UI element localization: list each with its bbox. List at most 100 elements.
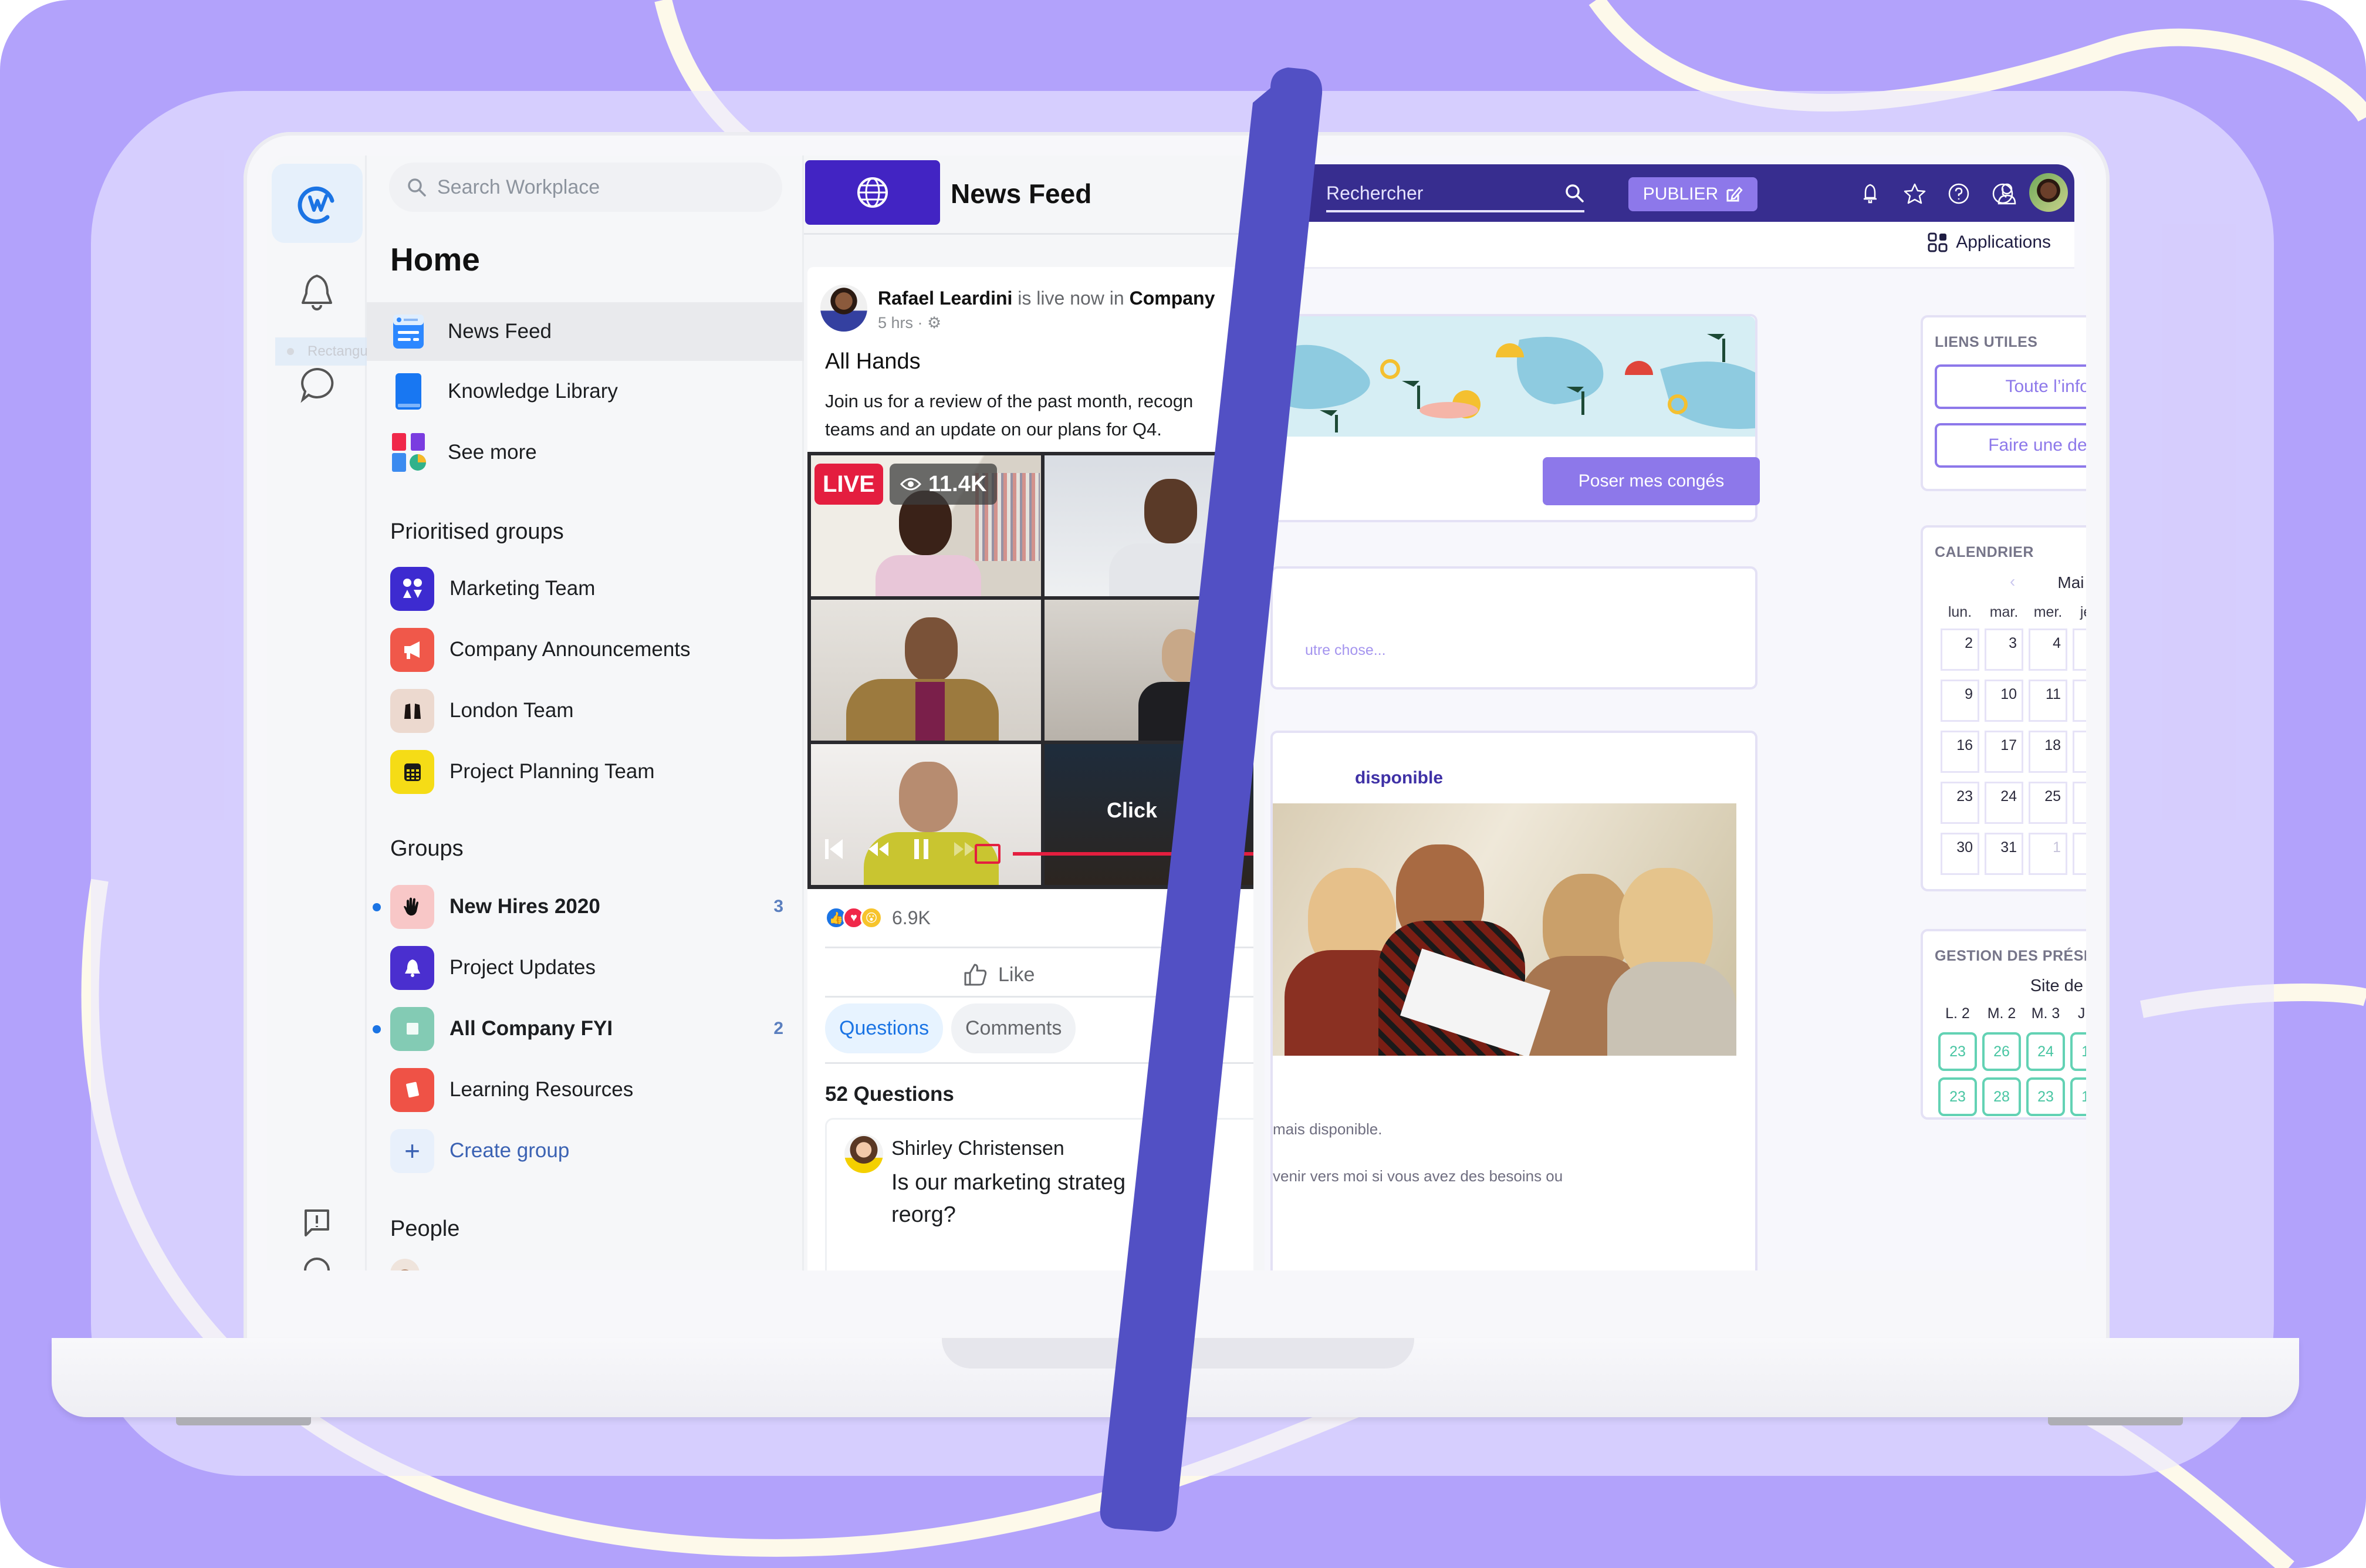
calendar-day[interactable]: 18 — [2029, 731, 2067, 773]
calendar-day[interactable]: 11 — [2029, 680, 2067, 722]
group-marketing-team[interactable]: Marketing Team — [367, 559, 804, 618]
leave-card: Poser mes congés — [1270, 314, 1760, 522]
workplace-app: Rectangular Snip Search Workplace Home N… — [267, 156, 1265, 1270]
group-new-hires-2020[interactable]: New Hires 2020 3 — [367, 877, 804, 936]
bell-icon[interactable] — [1858, 182, 1882, 205]
calendar-day[interactable]: 5 — [2073, 628, 2086, 671]
notifications-bell-icon[interactable] — [293, 270, 340, 317]
group-london-team[interactable]: London Team — [367, 681, 804, 740]
leave-request-button[interactable]: Poser mes congés — [1543, 457, 1760, 505]
calendar-day[interactable]: 9 — [1941, 680, 1979, 722]
feed-header: News Feed — [804, 156, 1265, 235]
group-all-company-fyi[interactable]: All Company FYI 2 — [367, 999, 804, 1058]
nav-item-see-more[interactable]: See more — [367, 423, 804, 482]
calendar-day[interactable]: 4 — [2029, 628, 2067, 671]
calendar-day[interactable]: 17 — [1985, 731, 2023, 773]
presence-count[interactable]: 26 — [1982, 1032, 2021, 1071]
presence-count[interactable]: 23 — [1938, 1077, 1977, 1116]
question-author[interactable]: Shirley Christensen — [891, 1137, 1064, 1160]
tab-questions[interactable]: Questions — [825, 1003, 944, 1053]
rewind-icon[interactable] — [868, 842, 888, 856]
globe-button[interactable] — [805, 160, 940, 225]
skip-back-icon[interactable] — [825, 839, 843, 859]
publish-button[interactable]: PUBLIER — [1628, 177, 1757, 211]
video-tile — [811, 744, 1041, 885]
like-button[interactable]: Like — [963, 962, 1035, 987]
presence-count[interactable]: 19 — [2070, 1077, 2086, 1116]
presence-count[interactable]: 28 — [1982, 1077, 2021, 1116]
pause-icon[interactable] — [914, 839, 928, 859]
author-name[interactable]: Rafael Leardini — [878, 288, 1012, 309]
post-body: Join us for a review of the past month, … — [825, 387, 1253, 444]
person-avatar[interactable] — [390, 1259, 420, 1270]
calendar-day[interactable]: 26 — [2073, 782, 2086, 824]
workplace-logo[interactable] — [272, 164, 363, 243]
author-avatar[interactable] — [820, 285, 867, 332]
group-project-updates[interactable]: Project Updates — [367, 938, 804, 997]
calendar-day[interactable]: 19 — [2073, 731, 2086, 773]
news-feed-icon — [390, 313, 427, 350]
chat-icon[interactable] — [293, 361, 340, 408]
create-group-label: Create group — [449, 1139, 570, 1162]
help-icon[interactable] — [1947, 182, 1970, 205]
help-icon[interactable] — [293, 1247, 340, 1270]
search-icon — [408, 178, 426, 197]
calendar-day[interactable]: 2 — [1941, 628, 1979, 671]
post-time: 5 hrs · — [878, 314, 928, 332]
user-icon[interactable] — [1995, 182, 2019, 205]
binoculars-icon — [390, 688, 434, 733]
calendar-day[interactable]: 3 — [1985, 628, 2023, 671]
hr-info-link[interactable]: Toute l’information RH — [1935, 364, 2086, 409]
presence-count[interactable]: 23 — [1938, 1032, 1977, 1071]
calendar-day[interactable]: 10 — [1985, 680, 2023, 722]
fast-forward-icon[interactable] — [954, 842, 974, 856]
create-group-button[interactable]: + Create group — [367, 1121, 804, 1180]
post-title: All Hands — [825, 349, 921, 374]
icon-rail: Rectangular Snip — [267, 156, 451, 1270]
intranet-topbar: Rechercher PUBLIER — [1265, 164, 2074, 222]
presence-count[interactable]: 24 — [2026, 1032, 2065, 1071]
nav-item-knowledge-library[interactable]: Knowledge Library — [367, 362, 804, 421]
live-video[interactable]: LIVE 11.4K Click — [807, 452, 1253, 889]
calendar-day[interactable]: 31 — [1985, 833, 2023, 875]
search-workplace-input[interactable]: Search Workplace — [389, 163, 782, 212]
intranet-app: Rechercher PUBLIER Applications Poser me… — [1265, 156, 2086, 1270]
star-icon[interactable] — [1903, 182, 1926, 205]
reactions-summary[interactable]: 👍 ♥ 😮 6.9K — [825, 907, 931, 929]
calendar-day[interactable]: 23 — [1941, 782, 1979, 824]
question-item: Shirley Christensen Is our marketing str… — [825, 1118, 1253, 1270]
group-link[interactable]: Company — [1130, 288, 1215, 309]
calendar-day[interactable]: 30 — [1941, 833, 1979, 875]
prev-month-button[interactable]: ‹ — [2010, 572, 2015, 591]
presence-count[interactable]: 23 — [2026, 1077, 2065, 1116]
calendar-day[interactable]: 25 — [2029, 782, 2067, 824]
weekday-label: mar. — [1989, 604, 2019, 620]
profile-avatar[interactable] — [2029, 173, 2068, 212]
search-icon[interactable] — [1564, 183, 1584, 203]
tab-comments[interactable]: Comments — [951, 1003, 1076, 1053]
unread-count: 3 — [773, 897, 783, 916]
question-author-avatar[interactable] — [844, 1134, 883, 1173]
calendar-day[interactable]: 24 — [1985, 782, 2023, 824]
compose-input[interactable]: utre chose... — [1305, 642, 1386, 659]
calendar-day[interactable]: 16 — [1941, 731, 1979, 773]
calendar-day[interactable]: 12 — [2073, 680, 2086, 722]
video-tile — [1045, 600, 1253, 741]
beach-illustration — [1273, 316, 1755, 437]
group-learning-resources[interactable]: Learning Resources — [367, 1060, 804, 1119]
applications-button[interactable]: Applications — [1928, 232, 2051, 252]
plus-icon: + — [390, 1128, 434, 1173]
presence-count[interactable]: 19 — [2070, 1032, 2086, 1071]
presence-day-label: M. 3 — [2031, 1005, 2060, 1022]
group-company-announcements[interactable]: Company Announcements — [367, 620, 804, 679]
feedback-icon[interactable] — [293, 1200, 340, 1247]
question-text: Is our marketing strateg reorg? — [891, 1167, 1125, 1231]
edit-icon — [1726, 187, 1743, 202]
intranet-search-input[interactable]: Rechercher — [1326, 176, 1584, 212]
video-progress-bar[interactable] — [1013, 852, 1253, 856]
calendar-day[interactable]: 1 — [2029, 833, 2067, 875]
nav-item-news-feed[interactable]: News Feed — [367, 302, 804, 361]
group-project-planning-team[interactable]: Project Planning Team — [367, 742, 804, 801]
calendar-day[interactable]: 2 — [2073, 833, 2086, 875]
change-request-link[interactable]: Faire une demande d’évol’ — [1935, 423, 2086, 468]
